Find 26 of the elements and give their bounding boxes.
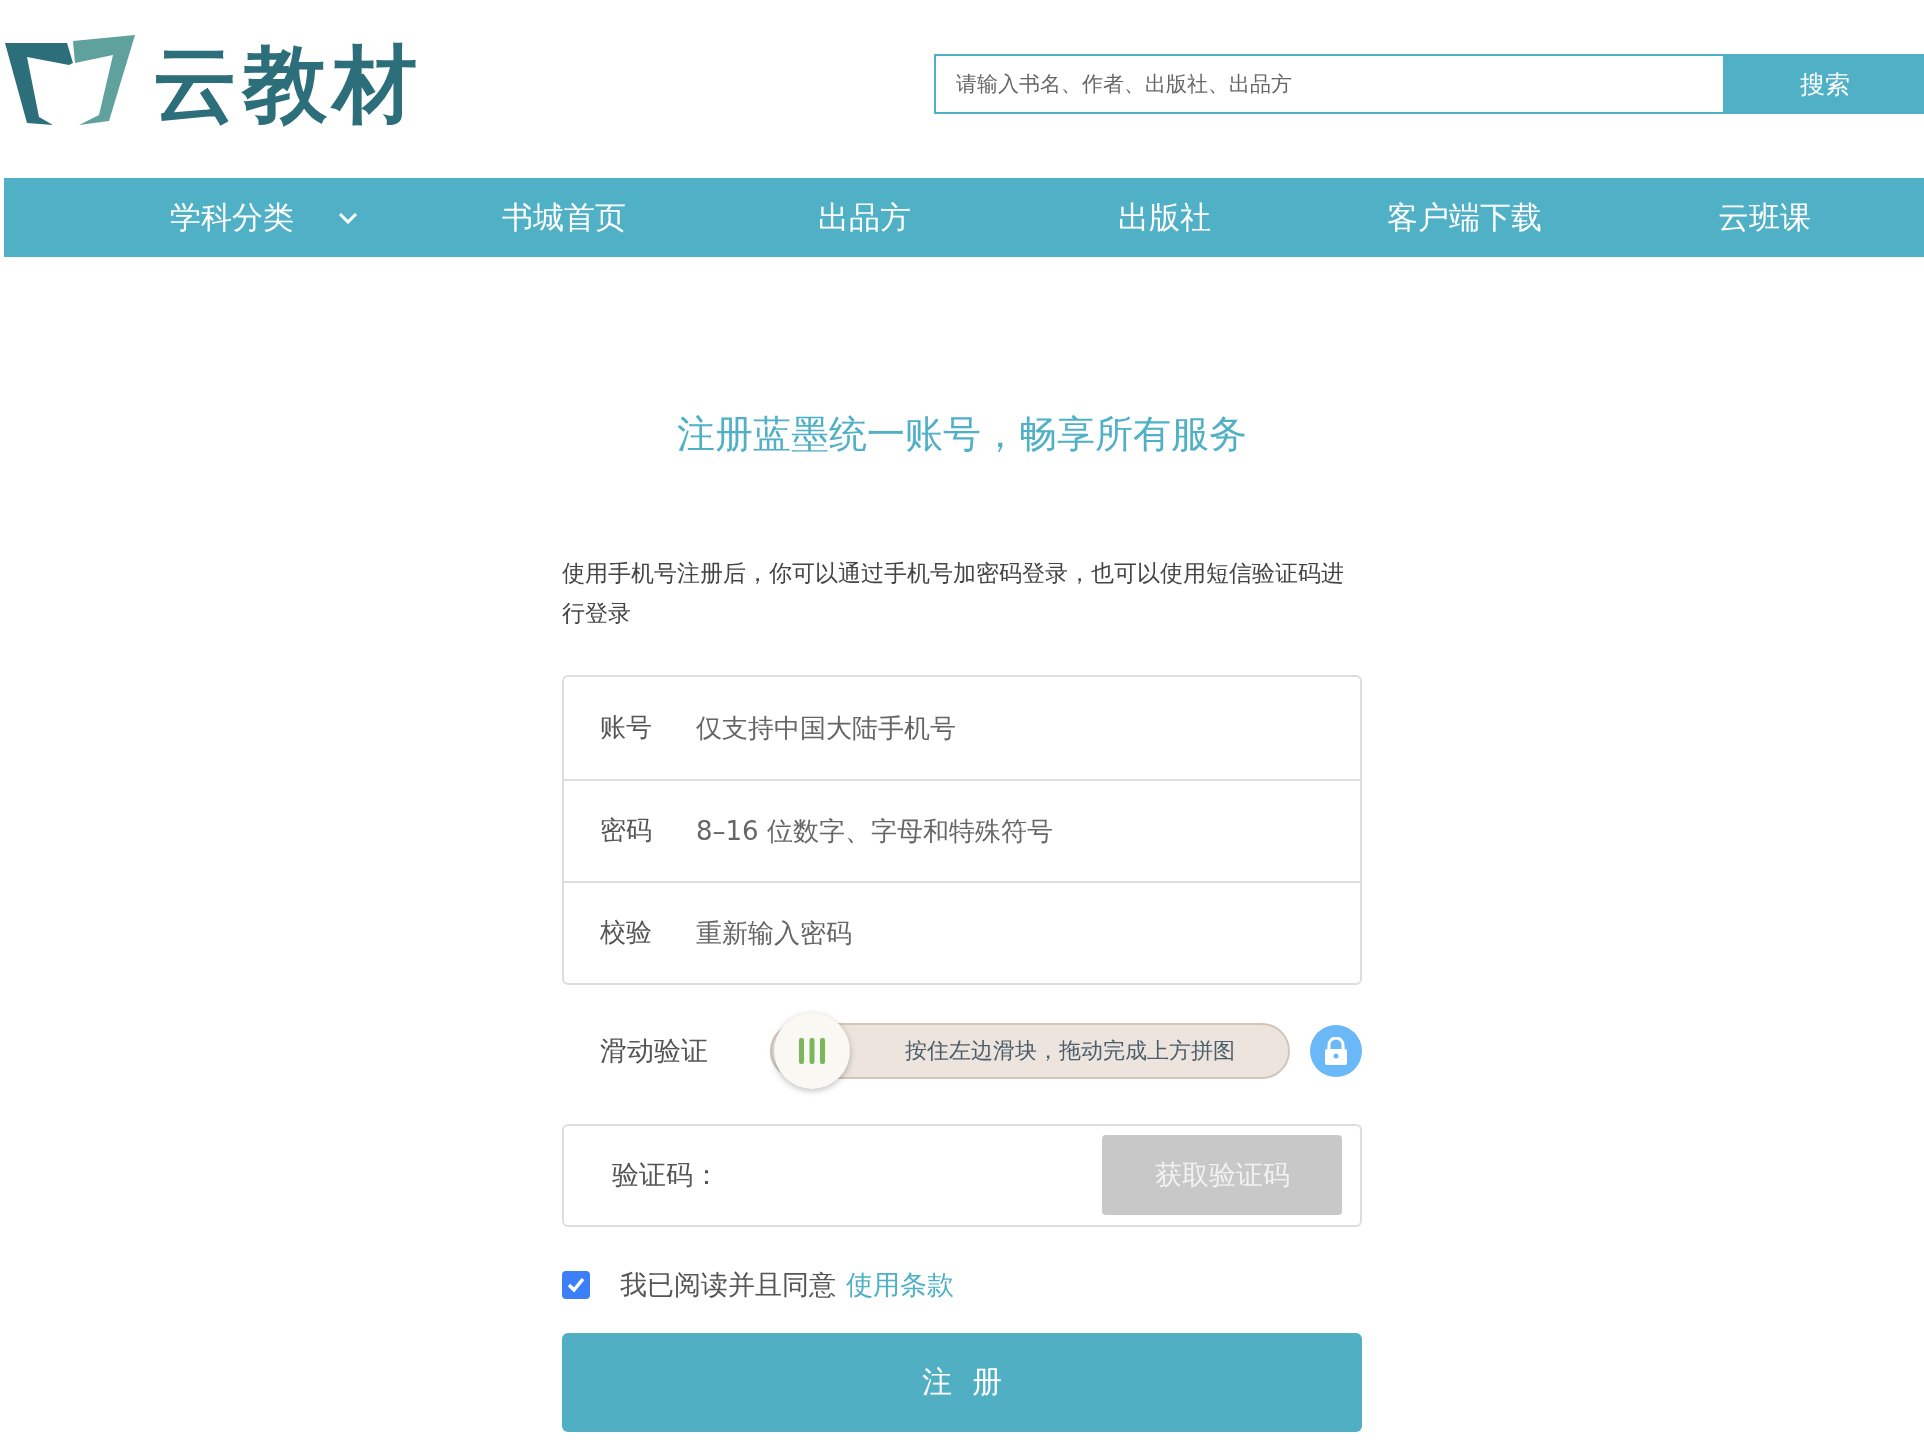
nav-item[interactable]: 云班课 [1614, 178, 1914, 257]
nav-item[interactable]: 客户端下载 [1314, 178, 1614, 257]
description-text: 使用手机号注册后，你可以通过手机号加密码登录，也可以使用短信验证码进行登录 [562, 558, 1345, 628]
search-button[interactable]: 搜索 [1725, 54, 1924, 114]
code-label: 验证码： [612, 1158, 720, 1193]
agree-text: 我已阅读并且同意 使用条款 [620, 1267, 954, 1302]
terms-link[interactable]: 使用条款 [846, 1268, 954, 1300]
search-field[interactable]: 请输入书名、作者、出版社、出品方 [934, 54, 1725, 114]
chevron-down-icon [338, 211, 358, 224]
lock-icon [1324, 1036, 1348, 1065]
agree-checkbox[interactable] [562, 1270, 590, 1299]
field-label: 校验 [600, 916, 653, 950]
logo-text: 云教材 [153, 42, 423, 126]
checkmark-icon [567, 1276, 585, 1293]
nav-item[interactable]: 出品方 [714, 178, 1014, 257]
field-label: 密码 [600, 814, 653, 848]
register-button[interactable]: 注 册 [562, 1332, 1362, 1432]
grip-icon [797, 1037, 827, 1064]
nav-item[interactable]: 学科分类 [114, 178, 414, 257]
slider-hint: 按住左边滑块，拖动完成上方拼图 [905, 1036, 1235, 1065]
nav-item[interactable]: 出版社 [1014, 178, 1314, 257]
slider-label: 滑动验证 [600, 1033, 709, 1068]
slider-handle[interactable] [774, 1012, 850, 1089]
nav-item[interactable]: 书城首页 [414, 178, 714, 257]
page-title: 注册蓝墨统一账号，畅享所有服务 [676, 412, 1248, 458]
field-label: 账号 [600, 711, 653, 745]
